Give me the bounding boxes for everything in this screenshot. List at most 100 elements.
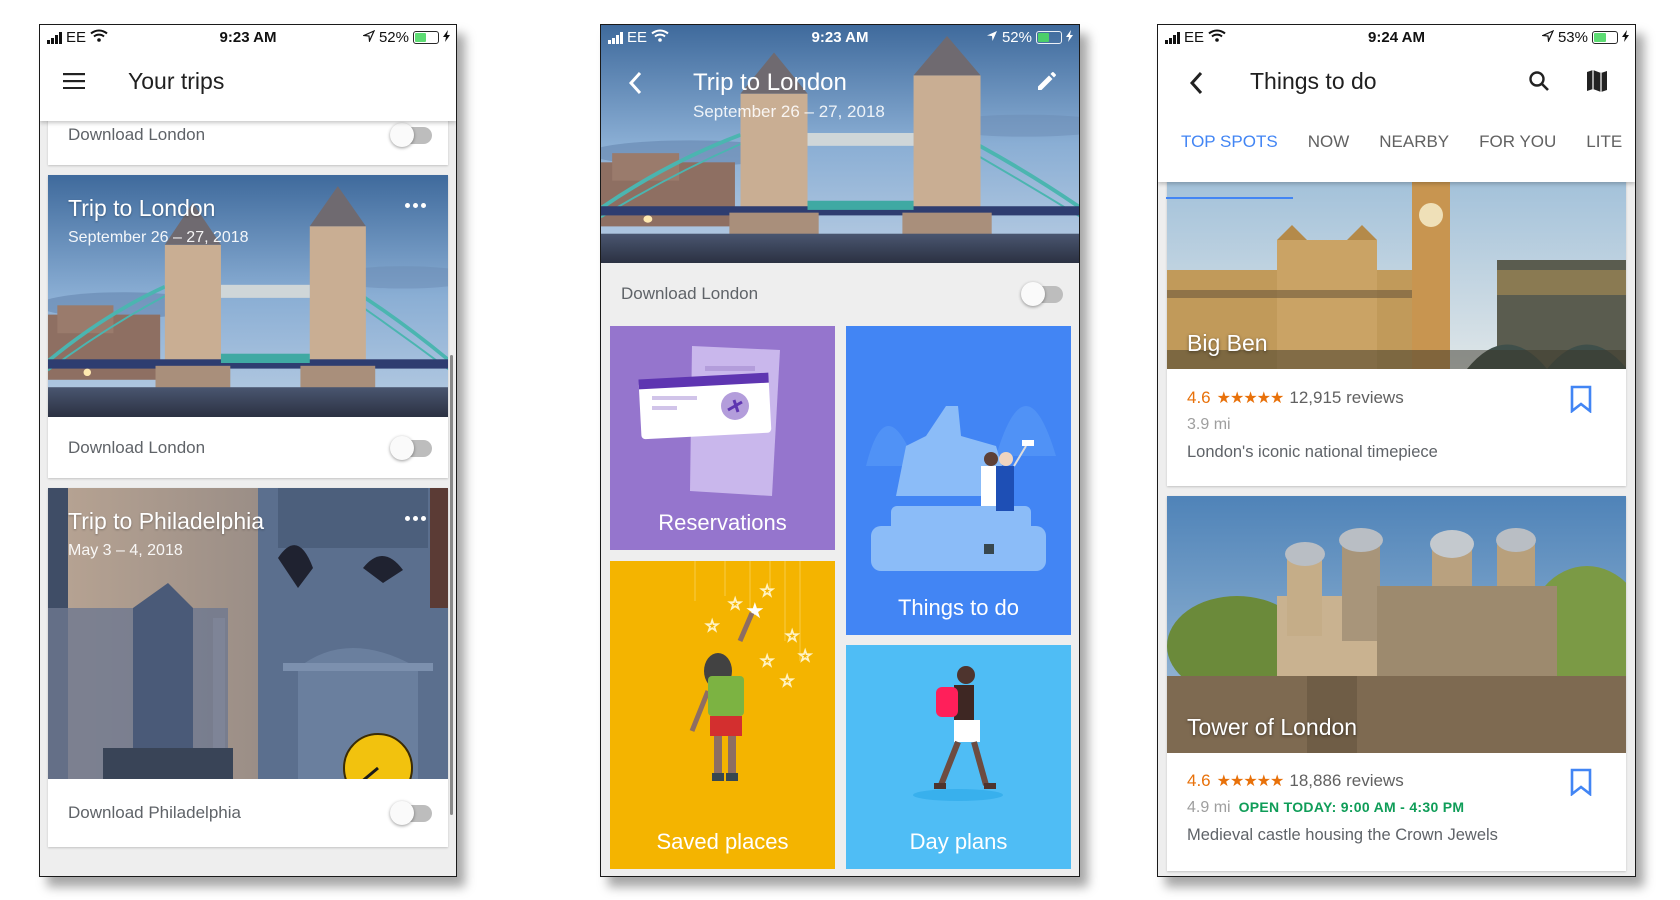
place-description: London's iconic national timepiece <box>1187 443 1438 461</box>
location-arrow-icon <box>986 29 998 46</box>
location-arrow-icon <box>1540 29 1555 46</box>
rating-value: 4.6 <box>1187 771 1211 790</box>
download-toggle[interactable] <box>1021 282 1063 306</box>
signal-icon <box>47 31 62 44</box>
download-label: Download London <box>68 125 206 144</box>
tab-nearby[interactable]: NEARBY <box>1364 121 1464 182</box>
place-name: Big Ben <box>1187 330 1268 356</box>
battery-percent: 53% <box>1557 29 1588 46</box>
search-icon[interactable] <box>1521 63 1557 99</box>
status-bar: EE 9:23 AM 52% <box>40 25 456 51</box>
tab-now[interactable]: NOW <box>1293 121 1365 182</box>
pencil-icon[interactable] <box>1029 63 1065 99</box>
wifi-icon <box>90 29 108 46</box>
svg-text:☆: ☆ <box>798 648 812 665</box>
charging-bolt-icon <box>443 29 450 46</box>
app-bar: EE 9:24 AM 53% Things to do TOP SPOTS NO… <box>1158 25 1635 199</box>
carrier: EE <box>66 29 87 46</box>
tab-for-you[interactable]: FOR YOU <box>1464 121 1571 182</box>
phone-trip-overview: EE 9:23 AM 52% Trip to London September … <box>600 24 1080 877</box>
tile-things-to-do[interactable]: Things to do <box>846 326 1071 635</box>
battery-percent: 52% <box>378 29 409 46</box>
download-label: Download London <box>621 284 759 303</box>
back-chevron-icon[interactable] <box>617 65 653 101</box>
download-label: Download Philadelphia <box>68 803 241 822</box>
trip-title: Trip to London <box>68 195 216 221</box>
charging-bolt-icon <box>1066 29 1073 46</box>
place-photo-tower-of-london: Tower of London <box>1167 496 1626 753</box>
download-label: Download London <box>68 437 206 457</box>
battery-icon <box>1592 31 1618 44</box>
tab-top-spots[interactable]: TOP SPOTS <box>1158 121 1293 199</box>
trip-card-london[interactable]: Trip to London September 26 – 27, 2018 D… <box>48 175 448 478</box>
svg-text:☆: ☆ <box>785 628 799 645</box>
trip-title: Trip to Philadelphia <box>68 508 265 534</box>
tile-label: Day plans <box>909 829 1008 854</box>
svg-text:☆: ☆ <box>728 596 742 613</box>
page-title: Things to do <box>1250 68 1377 94</box>
map-icon[interactable] <box>1579 63 1615 99</box>
trip-title: Trip to London <box>693 69 847 96</box>
review-count: 18,886 reviews <box>1289 771 1404 790</box>
place-card-tower-of-london[interactable]: Tower of London 4.6 ★★★★★ 18,886 reviews… <box>1167 496 1626 871</box>
wifi-icon <box>651 29 669 46</box>
signal-icon <box>608 31 623 44</box>
download-toggle[interactable] <box>390 123 432 147</box>
signal-icon <box>1165 31 1180 44</box>
opening-hours: OPEN TODAY: 9:00 AM - 4:30 PM <box>1238 799 1465 815</box>
bookmark-icon[interactable] <box>1570 768 1596 798</box>
battery-icon <box>1036 31 1062 44</box>
place-info: 4.6 ★★★★★ 12,915 reviews 3.9 mi London's… <box>1187 388 1566 462</box>
place-name: Tower of London <box>1187 714 1358 740</box>
place-description: Medieval castle housing the Crown Jewels <box>1187 826 1498 844</box>
tile-label: Things to do <box>897 595 1020 620</box>
things-to-do-illustration <box>866 406 1056 571</box>
page-title: Your trips <box>128 68 225 94</box>
svg-text:☆: ☆ <box>760 653 774 670</box>
star-rating-icon: ★★★★★ <box>1216 773 1285 790</box>
download-toggle[interactable] <box>390 435 432 460</box>
hamburger-menu-icon[interactable] <box>56 63 92 99</box>
more-options-icon[interactable] <box>401 199 430 212</box>
trip-photo-tower-bridge: Trip to London September 26 – 27, 2018 <box>48 175 448 417</box>
category-tabs: TOP SPOTS NOW NEARBY FOR YOU LITE <box>1158 121 1635 199</box>
tile-label: Saved places <box>656 829 789 854</box>
wifi-icon <box>1208 29 1226 46</box>
trip-card-philadelphia[interactable]: Trip to Philadelphia May 3 – 4, 2018 Dow… <box>48 488 448 847</box>
charging-bolt-icon <box>1622 29 1629 46</box>
location-arrow-icon <box>361 29 376 46</box>
carrier: EE <box>1184 29 1205 46</box>
scrollbar[interactable] <box>450 355 453 815</box>
status-bar: EE 9:23 AM 52% <box>601 25 1079 51</box>
bookmark-icon[interactable] <box>1570 385 1596 415</box>
trip-dates: September 26 – 27, 2018 <box>693 102 885 121</box>
download-toggle[interactable] <box>390 801 432 825</box>
svg-text:☆: ☆ <box>780 673 794 690</box>
distance: 4.9 mi <box>1187 799 1231 816</box>
svg-text:☆: ☆ <box>705 618 719 635</box>
trip-hero-photo <box>601 25 1079 263</box>
battery-percent: 52% <box>1001 29 1032 46</box>
tile-day-plans[interactable]: Day plans <box>846 645 1071 869</box>
star-rating-icon: ★★★★★ <box>1216 390 1285 407</box>
svg-text:☆: ☆ <box>760 583 774 600</box>
more-options-icon[interactable] <box>401 512 430 525</box>
phone-things-to-do: EE 9:24 AM 53% Things to do TOP SPOTS NO… <box>1157 24 1636 877</box>
trip-photo-philadelphia: Trip to Philadelphia May 3 – 4, 2018 <box>48 488 448 779</box>
carrier: EE <box>627 29 648 46</box>
tile-label: Reservations <box>658 510 787 535</box>
place-card-big-ben[interactable]: Big Ben 4.6 ★★★★★ 12,915 reviews 3.9 mi … <box>1167 170 1626 486</box>
status-bar: EE 9:24 AM 53% <box>1158 25 1635 51</box>
distance: 3.9 mi <box>1187 416 1231 433</box>
tile-reservations[interactable]: Reservations <box>610 326 835 550</box>
trip-dates: September 26 – 27, 2018 <box>68 229 249 246</box>
rating-value: 4.6 <box>1187 388 1211 407</box>
place-photo-big-ben: Big Ben <box>1167 170 1626 369</box>
tile-saved-places[interactable]: ★ ☆ ☆ ☆ ☆ ☆ ☆ ☆ Saved places <box>610 561 835 869</box>
trip-dates: May 3 – 4, 2018 <box>68 542 183 559</box>
battery-icon <box>413 31 439 44</box>
phone-your-trips: EE 9:23 AM 52% Your trips Download Londo… <box>39 24 457 877</box>
back-chevron-icon[interactable] <box>1178 65 1214 101</box>
review-count: 12,915 reviews <box>1289 388 1404 407</box>
tab-lite[interactable]: LITE <box>1571 121 1635 182</box>
